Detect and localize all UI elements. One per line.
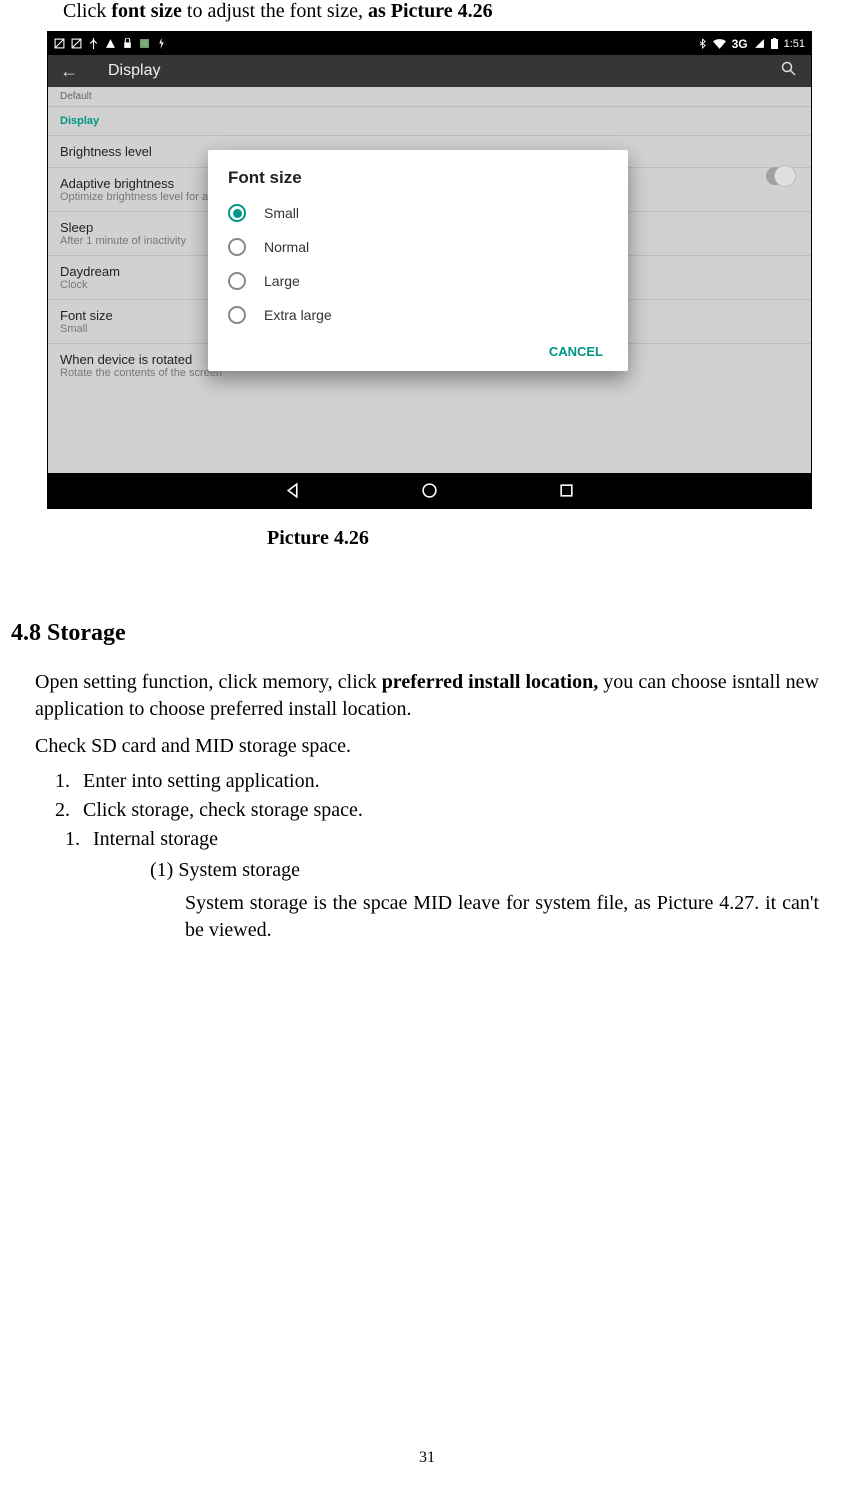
radio-icon xyxy=(228,204,246,222)
toggle-switch[interactable] xyxy=(766,167,796,185)
battery-icon xyxy=(771,38,778,49)
radio-icon xyxy=(228,306,246,324)
paragraph: Check SD card and MID storage space. xyxy=(35,733,819,760)
font-size-dialog: Font size Small Normal Large Extra large… xyxy=(208,150,628,371)
list-item: Enter into setting application. xyxy=(75,770,819,793)
warning-icon xyxy=(105,38,116,49)
header-title: Display xyxy=(108,62,160,80)
usb-icon xyxy=(88,38,99,49)
nav-bar xyxy=(48,473,811,508)
list-item: Click storage, check storage space. xyxy=(75,799,819,822)
nav-home-icon[interactable] xyxy=(421,482,438,499)
status-left xyxy=(54,38,167,49)
nav-recent-icon[interactable] xyxy=(558,482,575,499)
radio-icon xyxy=(228,272,246,290)
radio-option-xlarge[interactable]: Extra large xyxy=(208,298,628,332)
nav-back-icon[interactable] xyxy=(284,482,301,499)
search-icon[interactable] xyxy=(781,61,796,81)
status-icon xyxy=(54,38,65,49)
status-right: 3G 1:51 xyxy=(698,37,805,51)
status-time: 1:51 xyxy=(784,38,805,50)
radio-option-small[interactable]: Small xyxy=(208,196,628,230)
back-arrow-icon[interactable]: ← xyxy=(60,61,78,82)
sub-ordered-list: Internal storage xyxy=(85,828,819,851)
lock-icon xyxy=(122,38,133,49)
dialog-title: Font size xyxy=(208,168,628,196)
radio-option-normal[interactable]: Normal xyxy=(208,230,628,264)
page-number: 31 xyxy=(0,1449,854,1467)
app-icon xyxy=(139,38,150,49)
android-screenshot: 3G 1:51 ← Display Default Display Bright… xyxy=(47,31,812,509)
figure-caption: Picture 4.26 xyxy=(267,527,819,550)
status-icon xyxy=(71,38,82,49)
list-item[interactable]: Default xyxy=(48,87,811,107)
settings-header: ← Display xyxy=(48,55,811,87)
bluetooth-icon xyxy=(698,38,707,49)
bolt-icon xyxy=(156,38,167,49)
sub-item: (1) System storage xyxy=(150,857,819,884)
paragraph: Open setting function, click memory, cli… xyxy=(35,669,819,723)
list-item: Internal storage xyxy=(85,828,819,851)
cancel-button[interactable]: CANCEL xyxy=(208,332,628,361)
network-label: 3G xyxy=(732,37,748,51)
paragraph: System storage is the spcae MID leave fo… xyxy=(185,890,819,944)
section-heading: 4.8 Storage xyxy=(11,620,843,647)
intro-text: Click font size to adjust the font size,… xyxy=(35,0,819,23)
radio-option-large[interactable]: Large xyxy=(208,264,628,298)
ordered-list: Enter into setting application. Click st… xyxy=(75,770,819,822)
status-bar: 3G 1:51 xyxy=(48,32,811,55)
list-item: Display xyxy=(48,107,811,136)
signal-icon xyxy=(754,38,765,49)
radio-icon xyxy=(228,238,246,256)
wifi-icon xyxy=(713,38,726,49)
